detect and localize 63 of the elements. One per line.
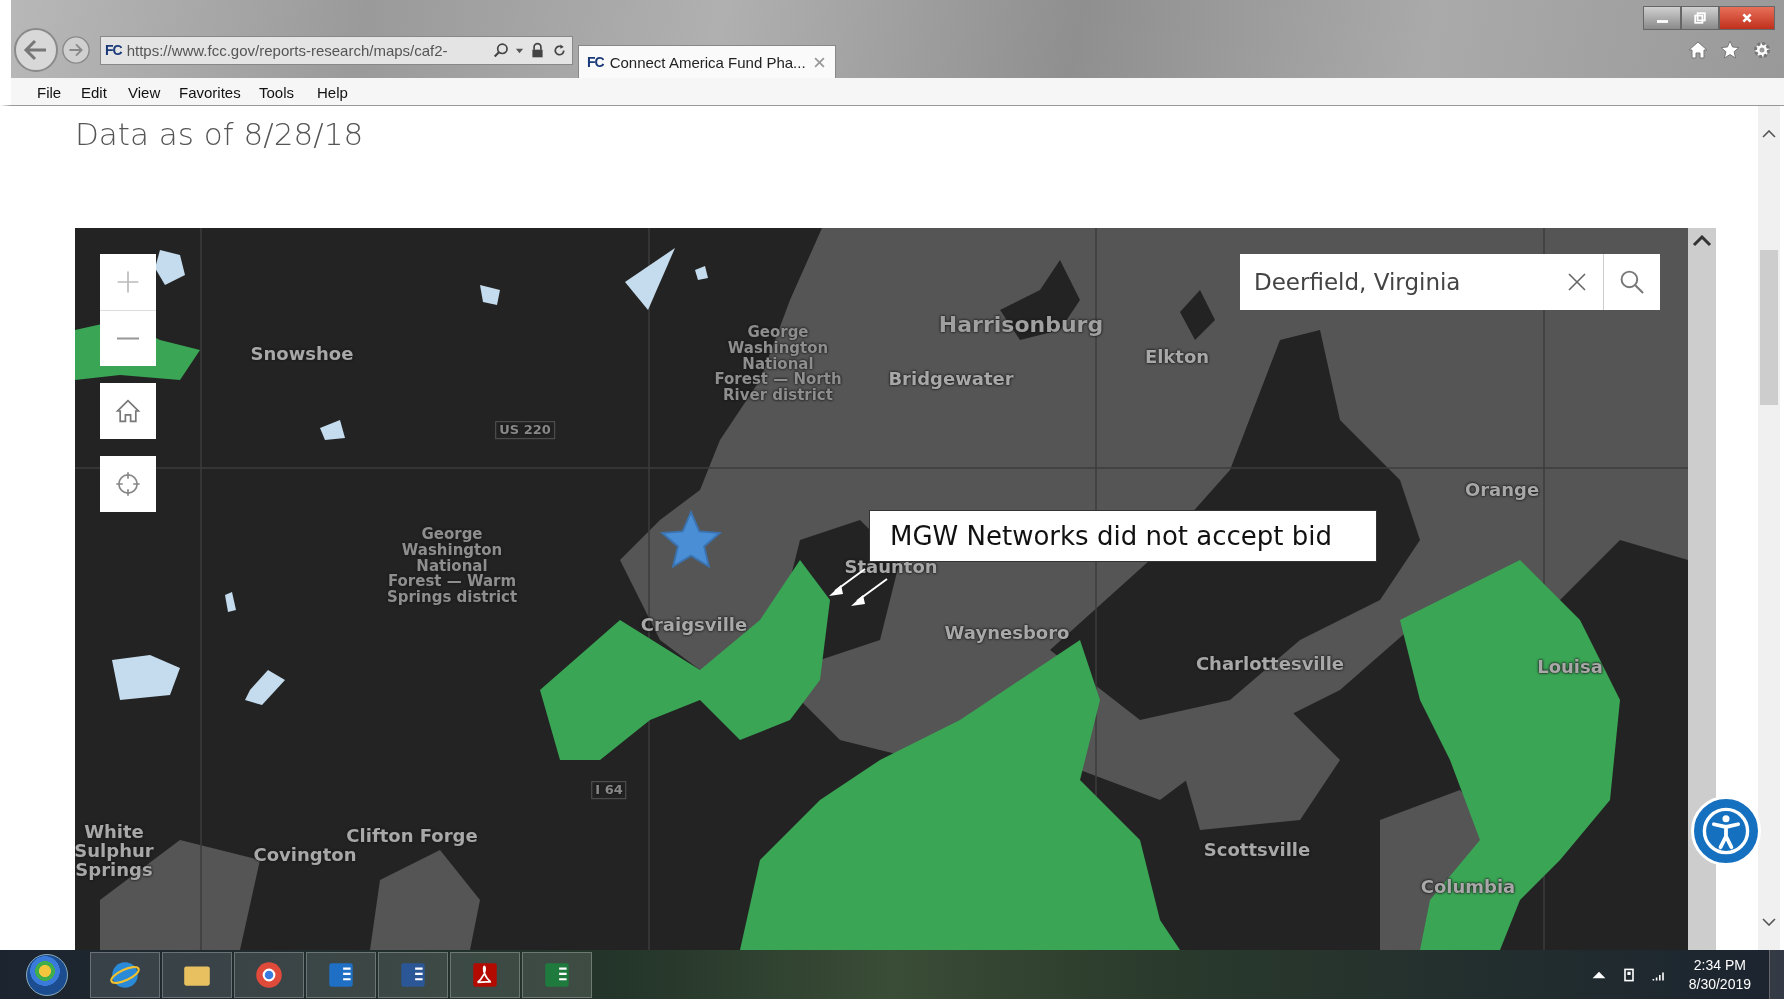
scroll-down-icon[interactable] xyxy=(1762,918,1776,926)
search-icon[interactable] xyxy=(1619,269,1645,295)
url-text: https://www.fcc.gov/reports-research/maps/caf2- xyxy=(126,41,449,59)
taskbar-app-button[interactable] xyxy=(306,951,376,998)
start-button[interactable] xyxy=(26,953,68,996)
map-label: Charlottesville xyxy=(1195,654,1345,674)
search-field[interactable]: Deerfield, Virginia xyxy=(1240,254,1660,310)
menu-item[interactable]: Tools xyxy=(259,84,295,101)
scroll-thumb[interactable] xyxy=(1760,250,1778,405)
map-drawing[interactable] xyxy=(75,228,1688,950)
map-label: George Washington National Forest — Warm Springs district xyxy=(386,526,518,606)
taskbar-app-button[interactable] xyxy=(450,951,520,998)
restore-icon xyxy=(1694,12,1706,24)
settings-icon[interactable] xyxy=(1752,40,1772,60)
home-icon xyxy=(115,398,141,424)
taskbar-app-button[interactable] xyxy=(522,951,592,998)
map-label: Covington xyxy=(253,845,357,865)
lock-icon xyxy=(529,41,546,59)
map-scrollbar[interactable] xyxy=(1688,228,1716,950)
map-label: Orange xyxy=(1464,480,1540,500)
close-icon xyxy=(1741,12,1753,24)
close-icon[interactable] xyxy=(813,56,825,68)
restore-button[interactable] xyxy=(1681,6,1719,30)
taskbar-app-button[interactable] xyxy=(234,951,304,998)
map-label: Snowshoe xyxy=(250,344,354,364)
close-button[interactable] xyxy=(1719,6,1775,30)
star-icon[interactable] xyxy=(1720,40,1740,60)
plus-icon xyxy=(115,269,141,295)
map-label: White Sulphur Springs xyxy=(75,822,154,880)
minus-icon xyxy=(117,337,139,340)
taskbar-app-button[interactable] xyxy=(162,951,232,998)
map-label: Craigsville xyxy=(640,615,748,635)
locate-button[interactable] xyxy=(100,456,156,512)
map-label: Scottsville xyxy=(1203,840,1311,860)
map-label: Bridgewater xyxy=(888,369,1014,389)
menu-item[interactable]: Edit xyxy=(81,84,107,101)
crosshair-icon xyxy=(115,471,141,497)
menu-item[interactable]: Help xyxy=(317,84,348,101)
home-icon[interactable] xyxy=(1688,40,1708,60)
map-label: Clifton Forge xyxy=(346,826,478,846)
map-label: Harrisonburg xyxy=(938,313,1104,337)
menu-item[interactable]: Favorites xyxy=(179,84,241,101)
map-label: George Washington National Forest — North River district xyxy=(714,324,842,404)
scroll-up-icon[interactable] xyxy=(1762,130,1776,138)
page-heading: Data as of 8/28/18 xyxy=(75,116,365,154)
minimize-icon xyxy=(1656,19,1668,23)
browser-tab[interactable]: FC Connect America Fund Pha... xyxy=(578,45,836,78)
clear-icon[interactable] xyxy=(1567,272,1587,292)
site-icon: FC xyxy=(105,42,122,58)
address-bar[interactable]: FC https://www.fcc.gov/reports-research/maps/caf2- xyxy=(100,35,573,65)
menu-item[interactable]: View xyxy=(128,84,161,101)
clock[interactable]: 2:34 PM 8/30/2019 xyxy=(1688,955,1751,994)
map-label: Elkton xyxy=(1144,347,1210,367)
minimize-button[interactable] xyxy=(1643,6,1681,30)
taskbar-app-button[interactable] xyxy=(90,951,160,998)
map-label: Waynesboro xyxy=(944,623,1070,643)
search-icon[interactable] xyxy=(493,41,510,59)
callout-note: MGW Networks did not accept bid xyxy=(869,510,1377,562)
home-button[interactable] xyxy=(100,383,156,439)
page-scrollbar[interactable] xyxy=(1758,106,1780,950)
map-label: Louisa xyxy=(1537,657,1603,677)
menu-item[interactable]: File xyxy=(37,84,62,101)
scroll-up-icon[interactable] xyxy=(1692,235,1712,247)
